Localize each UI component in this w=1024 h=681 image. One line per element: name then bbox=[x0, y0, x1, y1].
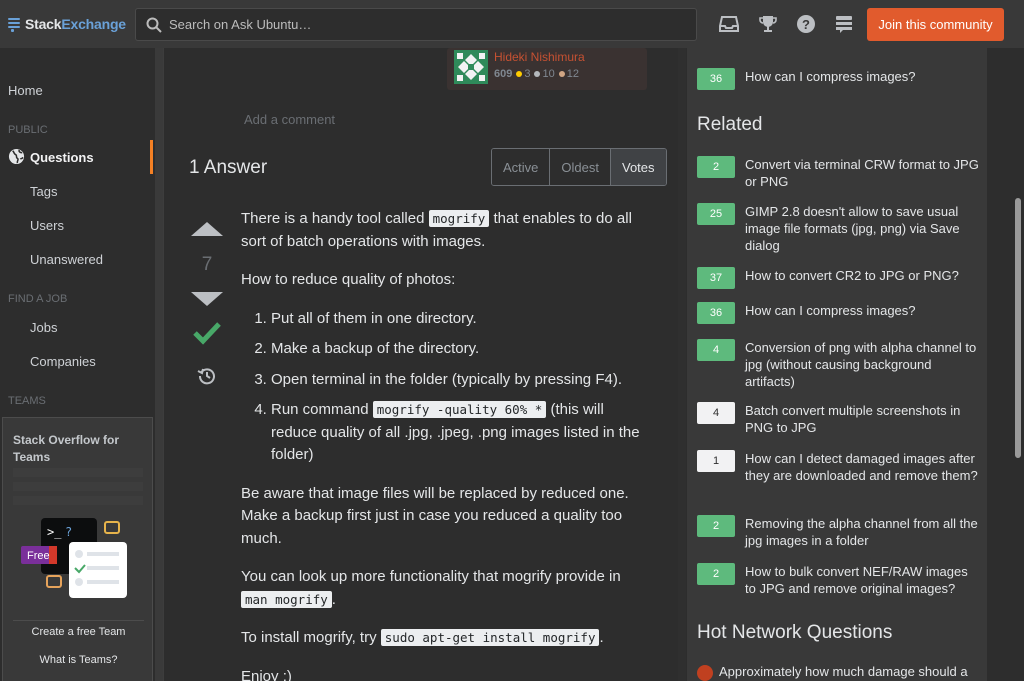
question-link[interactable]: How can I compress images? bbox=[745, 69, 981, 86]
question-link[interactable]: How to bulk convert NEF/RAW images to JP… bbox=[745, 564, 981, 598]
help-icon[interactable]: ? bbox=[796, 14, 816, 34]
question-link[interactable]: Batch convert multiple screenshots in PN… bbox=[745, 403, 981, 437]
what-is-teams-link[interactable]: What is Teams? bbox=[3, 654, 154, 666]
upvote-arrow-icon[interactable] bbox=[191, 222, 223, 236]
list-item: Open terminal in the folder (typically b… bbox=[271, 369, 651, 392]
inbox-icon[interactable] bbox=[719, 14, 739, 34]
site-switcher-icon[interactable] bbox=[834, 14, 854, 34]
page-scrollbar[interactable] bbox=[1012, 48, 1024, 681]
teams-promo-title: Stack Overflow for Teams bbox=[13, 433, 120, 464]
site-favicon-icon bbox=[697, 665, 713, 681]
nav-home[interactable]: Home bbox=[8, 83, 43, 98]
search-icon bbox=[146, 17, 162, 33]
nav-section-teams: TEAMS bbox=[8, 395, 46, 407]
content-gutter bbox=[678, 48, 686, 681]
nav-companies[interactable]: Companies bbox=[30, 354, 96, 369]
teams-free-badge: Free bbox=[27, 550, 50, 562]
answer-score-badge: 4 bbox=[697, 402, 735, 424]
answer-enjoy: Enjoy :) bbox=[241, 667, 292, 681]
hot-network-heading: Hot Network Questions bbox=[697, 622, 893, 643]
answer-sort-tabs: Active Oldest Votes bbox=[491, 148, 667, 186]
vote-cell: 7 bbox=[189, 216, 225, 396]
inline-code: mogrify -quality 60% * bbox=[372, 401, 547, 418]
nav-section-find-job: FIND A JOB bbox=[8, 293, 68, 305]
question-link[interactable]: Removing the alpha channel from all the … bbox=[745, 516, 981, 550]
question-owner-card: Hideki Nishimura 609 3 10 12 bbox=[447, 48, 647, 90]
answers-count-heading: 1 Answer bbox=[189, 157, 268, 178]
right-sidebar: 36 How can I compress images? Related 2 … bbox=[687, 48, 987, 681]
answer-more: You can look up more functionality that … bbox=[241, 568, 621, 608]
scrollbar-thumb[interactable] bbox=[1015, 198, 1021, 458]
hot-question-link[interactable]: Approximately how much damage should a bbox=[719, 664, 968, 679]
main-content: Hideki Nishimura 609 3 10 12 Add a comment … bbox=[165, 48, 686, 681]
create-free-team-link[interactable]: Create a free Team bbox=[3, 626, 154, 638]
answer-score-badge: 25 bbox=[697, 203, 735, 225]
list-item: Make a backup of the directory. bbox=[271, 338, 651, 361]
inline-code: sudo apt-get install mogrify bbox=[380, 629, 600, 646]
answer-install: To install mogrify, try sudo apt-get ins… bbox=[241, 629, 604, 646]
vote-count: 7 bbox=[201, 254, 213, 275]
teams-promo: Stack Overflow for Teams >_ ? Free Creat… bbox=[2, 417, 153, 681]
list-item: Put all of them in one directory. bbox=[271, 308, 651, 331]
answer-score-badge: 2 bbox=[697, 563, 735, 585]
answer-warning: Be aware that image files will be replac… bbox=[241, 484, 629, 547]
teams-promo-description bbox=[13, 468, 143, 508]
nav-users[interactable]: Users bbox=[30, 218, 64, 233]
nav-unanswered[interactable]: Unanswered bbox=[30, 252, 103, 267]
answer-score-badge: 37 bbox=[697, 267, 735, 289]
svg-text:>_: >_ bbox=[47, 525, 62, 539]
stackexchange-logo[interactable]: StackExchange bbox=[8, 14, 126, 34]
question-link[interactable]: Convert via terminal CRW format to JPG o… bbox=[745, 157, 981, 191]
sort-tab-oldest[interactable]: Oldest bbox=[550, 149, 611, 185]
svg-text:?: ? bbox=[65, 525, 72, 539]
list-item: Run command mogrify -quality 60% * (this… bbox=[271, 399, 651, 467]
answer-steps-list: Put all of them in one directory. Make a… bbox=[271, 308, 651, 467]
add-comment-link[interactable]: Add a comment bbox=[244, 112, 335, 127]
question-link[interactable]: GIMP 2.8 doesn't allow to save usual ima… bbox=[745, 204, 981, 254]
search-box[interactable] bbox=[135, 8, 697, 41]
left-sidebar: Home PUBLIC Questions Tags Users Unanswe… bbox=[0, 48, 164, 681]
globe-icon bbox=[8, 148, 25, 165]
inline-code: man mogrify bbox=[241, 590, 332, 608]
sort-tab-active[interactable]: Active bbox=[492, 149, 551, 185]
hot-network-question[interactable]: Approximately how much damage should a bbox=[697, 662, 981, 681]
svg-text:?: ? bbox=[802, 17, 810, 32]
sort-tab-votes[interactable]: Votes bbox=[610, 149, 666, 185]
question-link[interactable]: How can I detect damaged images after th… bbox=[745, 451, 981, 485]
owner-reputation: 609 3 10 12 bbox=[494, 68, 579, 80]
join-community-button[interactable]: Join this community bbox=[867, 8, 1004, 41]
answer-body: There is a handy tool called mogrify tha… bbox=[241, 208, 651, 681]
nav-jobs[interactable]: Jobs bbox=[30, 320, 57, 335]
search-input[interactable] bbox=[169, 9, 689, 40]
answer-score-badge: 36 bbox=[697, 302, 735, 324]
timeline-history-icon[interactable] bbox=[197, 366, 217, 386]
teams-illustration: >_ ? Free bbox=[21, 518, 127, 598]
nav-tags[interactable]: Tags bbox=[30, 184, 57, 199]
user-avatar[interactable] bbox=[454, 50, 488, 84]
question-link[interactable]: Conversion of png with alpha channel to … bbox=[745, 340, 981, 390]
related-heading: Related bbox=[697, 114, 763, 135]
achievements-trophy-icon[interactable] bbox=[758, 14, 778, 34]
nav-questions-label: Questions bbox=[30, 150, 94, 165]
owner-username[interactable]: Hideki Nishimura bbox=[494, 50, 585, 64]
answer-score-badge: 2 bbox=[697, 156, 735, 178]
answer-intro: There is a handy tool called mogrify tha… bbox=[241, 210, 632, 250]
downvote-arrow-icon[interactable] bbox=[191, 292, 223, 306]
answer-score-badge: 2 bbox=[697, 515, 735, 537]
nav-section-public: PUBLIC bbox=[8, 124, 48, 136]
nav-questions[interactable]: Questions bbox=[0, 140, 153, 174]
question-link[interactable]: How to convert CR2 to JPG or PNG? bbox=[745, 268, 981, 285]
answer-score-badge: 4 bbox=[697, 339, 735, 361]
answer-score-badge: 36 bbox=[697, 68, 735, 90]
accepted-checkmark-icon bbox=[193, 322, 221, 345]
question-link[interactable]: How can I compress images? bbox=[745, 303, 981, 320]
answer-howto: How to reduce quality of photos: bbox=[241, 271, 456, 288]
answer-score-badge: 1 bbox=[697, 450, 735, 472]
stackexchange-logo-icon bbox=[8, 18, 20, 32]
inline-code: mogrify bbox=[428, 210, 490, 227]
teams-divider bbox=[13, 620, 144, 621]
sidebar-scrollbar[interactable] bbox=[155, 48, 163, 681]
top-bar: StackExchange ? Join this community bbox=[0, 0, 1024, 48]
logo-text: StackExchange bbox=[25, 16, 126, 32]
